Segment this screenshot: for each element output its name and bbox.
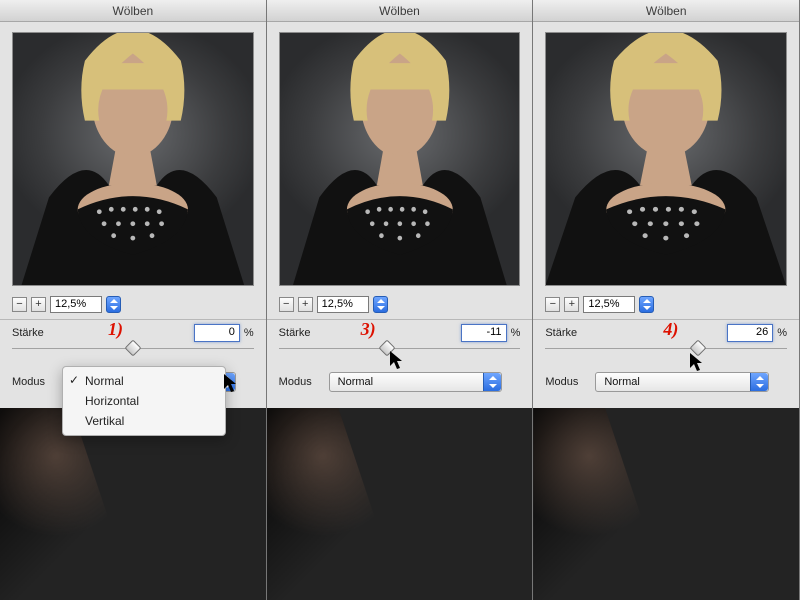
window-title: Wölben [533, 0, 799, 22]
combo-arrows-icon [483, 373, 501, 391]
preview-image [12, 32, 254, 286]
zoom-field[interactable]: 12,5% [50, 296, 102, 313]
staerke-label: Stärke [545, 327, 595, 339]
percent-unit: % [507, 327, 521, 339]
staerke-label: Stärke [12, 327, 62, 339]
canvas-backdrop [267, 408, 533, 600]
modus-combo[interactable]: Normal [595, 372, 769, 392]
modus-value: Normal [604, 376, 639, 388]
window-title: Wölben [267, 0, 533, 22]
window-title: Wölben [0, 0, 266, 22]
controls-area: 1) Stärke 0 % Modus Normal Normal Horizo… [0, 319, 266, 408]
combo-arrows-icon [750, 373, 768, 391]
modus-combo[interactable]: Normal [329, 372, 503, 392]
preview-image [279, 32, 521, 286]
canvas-backdrop [533, 408, 799, 600]
staerke-slider[interactable] [545, 348, 787, 362]
panel-2: Wölben − + 12,5% 3) Stärke -11 % [267, 0, 534, 600]
modus-label: Modus [545, 376, 595, 388]
preview-area [0, 22, 266, 292]
zoom-stepper[interactable] [373, 296, 388, 313]
staerke-slider[interactable] [12, 348, 254, 362]
controls-area: 3) Stärke -11 % Modus Normal [267, 319, 533, 408]
menu-item-normal[interactable]: Normal [63, 371, 225, 391]
percent-unit: % [773, 327, 787, 339]
zoom-bar: − + 12,5% [0, 292, 266, 319]
percent-unit: % [240, 327, 254, 339]
staerke-input[interactable]: 26 [727, 324, 773, 342]
zoom-bar: − + 12,5% [533, 292, 799, 319]
controls-area: 4) Stärke 26 % Modus Normal [533, 319, 799, 408]
canvas-backdrop [0, 408, 266, 600]
preview-image [545, 32, 787, 286]
zoom-out-button[interactable]: − [12, 297, 27, 312]
zoom-field[interactable]: 12,5% [583, 296, 635, 313]
zoom-in-button[interactable]: + [298, 297, 313, 312]
zoom-in-button[interactable]: + [564, 297, 579, 312]
slider-thumb[interactable] [689, 340, 706, 357]
panel-1: Wölben − + 12,5% 1) [0, 0, 267, 600]
slider-thumb[interactable] [379, 340, 396, 357]
zoom-stepper[interactable] [106, 296, 121, 313]
zoom-stepper[interactable] [639, 296, 654, 313]
zoom-field[interactable]: 12,5% [317, 296, 369, 313]
staerke-label: Stärke [279, 327, 329, 339]
staerke-input[interactable]: 0 [194, 324, 240, 342]
modus-menu: Normal Horizontal Vertikal [62, 366, 226, 436]
slider-thumb[interactable] [124, 340, 141, 357]
menu-item-horizontal[interactable]: Horizontal [63, 391, 225, 411]
zoom-out-button[interactable]: − [545, 297, 560, 312]
zoom-out-button[interactable]: − [279, 297, 294, 312]
preview-area [267, 22, 533, 292]
staerke-input[interactable]: -11 [461, 324, 507, 342]
panel-3: Wölben − + 12,5% 4) Stärke 26 % [533, 0, 800, 600]
zoom-in-button[interactable]: + [31, 297, 46, 312]
preview-area [533, 22, 799, 292]
modus-value: Normal [338, 376, 373, 388]
zoom-bar: − + 12,5% [267, 292, 533, 319]
menu-item-vertikal[interactable]: Vertikal [63, 411, 225, 431]
modus-label: Modus [279, 376, 329, 388]
staerke-slider[interactable] [279, 348, 521, 362]
modus-label: Modus [12, 376, 62, 388]
